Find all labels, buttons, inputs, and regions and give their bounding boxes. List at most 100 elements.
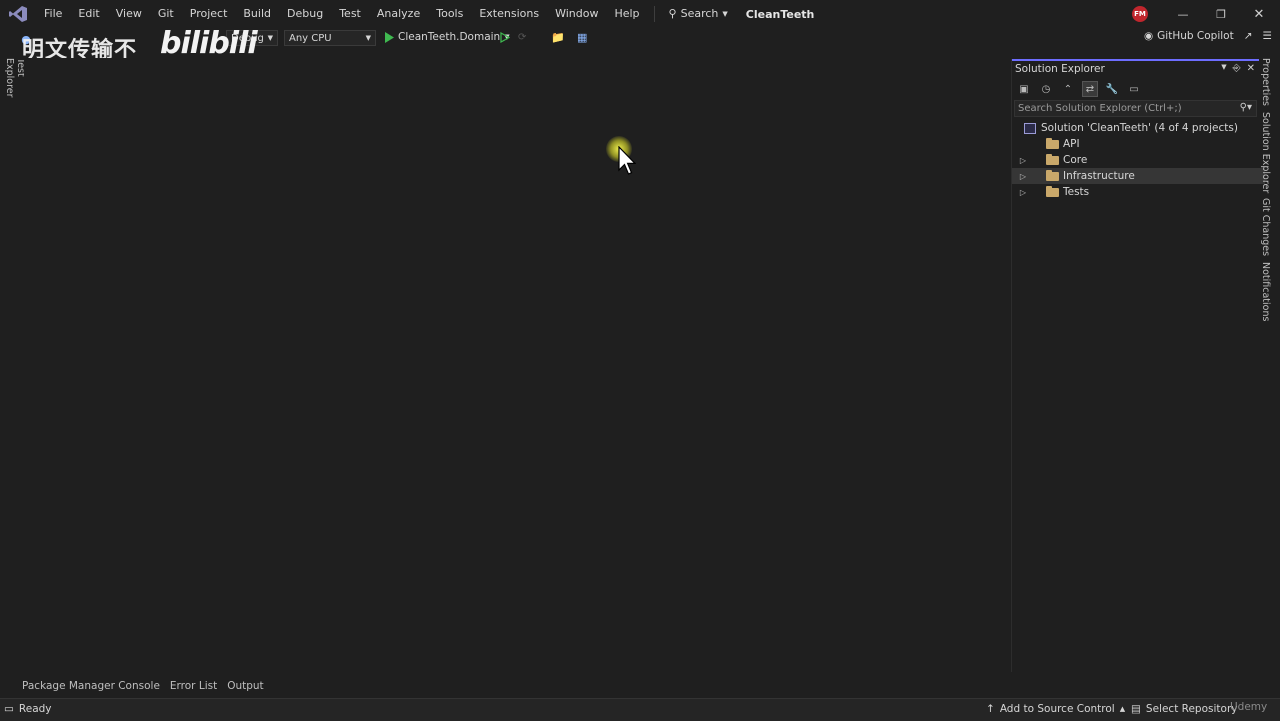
- minimize-icon: —: [1177, 7, 1189, 21]
- solution-explorer-search-input[interactable]: Search Solution Explorer (Ctrl+;) ⚲▾: [1014, 100, 1257, 117]
- status-bar: ▭ Ready ↑ Add to Source Control ▲ ▤ Sele…: [0, 698, 1280, 721]
- hot-reload-icon[interactable]: ⟳: [518, 32, 526, 43]
- menu-git[interactable]: Git: [150, 0, 182, 28]
- chevron-down-icon[interactable]: ▼: [1221, 63, 1226, 74]
- close-window-button[interactable]: ✕: [1240, 0, 1278, 28]
- restore-button[interactable]: ❐: [1202, 0, 1240, 28]
- menu-tools[interactable]: Tools: [428, 0, 471, 28]
- menu-project[interactable]: Project: [182, 0, 236, 28]
- profile-avatar[interactable]: FM: [1132, 6, 1148, 22]
- folder-icon: [1046, 137, 1059, 149]
- tree-item-label: Core: [1063, 154, 1088, 166]
- search-icon: ⚲▾: [1239, 102, 1252, 113]
- tree-item-label: API: [1063, 138, 1080, 150]
- search-label: Search: [680, 7, 719, 20]
- menu-view[interactable]: View: [108, 0, 150, 28]
- expand-arrow-icon[interactable]: ▷: [1018, 172, 1028, 181]
- menu-extensions[interactable]: Extensions: [471, 0, 547, 28]
- solution-explorer-toolbar: ▣ ◷ ⌃ ⇄ 🔧 ▭: [1016, 80, 1142, 98]
- chevron-up-icon: ▲: [1119, 705, 1126, 713]
- tab-notifications[interactable]: Notifications: [1260, 262, 1271, 321]
- menu-build[interactable]: Build: [235, 0, 279, 28]
- right-tool-tabs: Properties Solution Explorer Git Changes…: [1258, 58, 1280, 328]
- chevron-down-icon: ▼: [267, 34, 273, 42]
- close-icon: ✕: [1253, 6, 1265, 22]
- search-button[interactable]: ⚲ Search ▼: [661, 0, 736, 28]
- solution-node[interactable]: Solution 'CleanTeeth' (4 of 4 projects): [1012, 120, 1271, 136]
- bilibili-logo: bilibili: [160, 26, 258, 61]
- tree-item-label: Tests: [1063, 186, 1090, 198]
- menu-test[interactable]: Test: [331, 0, 369, 28]
- chevron-down-icon: ▼: [365, 34, 371, 42]
- solution-explorer-header: Solution Explorer ▼ ⎆ ✕: [1012, 59, 1259, 79]
- bottom-tool-tabs: Package Manager Console Error List Outpu…: [22, 678, 264, 694]
- run-without-debugging-button[interactable]: [500, 31, 511, 46]
- solution-explorer-title: Solution Explorer: [1015, 63, 1105, 75]
- copilot-label: GitHub Copilot: [1157, 30, 1234, 42]
- platform-dropdown[interactable]: Any CPU ▼: [284, 30, 376, 46]
- solution-explorer-panel: Solution Explorer ▼ ⎆ ✕ ▣ ◷ ⌃ ⇄ 🔧 ▭ Sear…: [1011, 59, 1265, 672]
- show-active-document-icon[interactable]: ⇄: [1082, 81, 1098, 97]
- test-explorer-tab[interactable]: Test Explorer: [4, 58, 26, 118]
- github-copilot-button[interactable]: ◉ GitHub Copilot ↗ ☰: [1144, 30, 1272, 42]
- menu-help[interactable]: Help: [606, 0, 647, 28]
- source-control-label: Add to Source Control: [999, 703, 1115, 715]
- solution-icon: [1024, 122, 1036, 134]
- tab-git-changes[interactable]: Git Changes: [1260, 198, 1271, 256]
- solution-label: Solution 'CleanTeeth' (4 of 4 projects): [1041, 122, 1238, 134]
- minimize-button[interactable]: —: [1164, 0, 1202, 28]
- solution-name: CleanTeeth: [745, 7, 815, 21]
- expand-arrow-icon[interactable]: ▷: [1018, 156, 1028, 165]
- open-folder-icon[interactable]: 📁: [551, 31, 565, 44]
- menu-window[interactable]: Window: [547, 0, 606, 28]
- title-bar: File Edit View Git Project Build Debug T…: [0, 0, 1280, 28]
- start-debugging-button[interactable]: CleanTeeth.Domain ▼: [384, 31, 510, 43]
- tab-package-manager-console[interactable]: Package Manager Console: [22, 680, 160, 692]
- tab-output[interactable]: Output: [227, 680, 263, 692]
- select-repository-button[interactable]: ▤ Select Repository: [1131, 703, 1237, 715]
- history-icon[interactable]: ◷: [1038, 81, 1054, 97]
- menu-analyze[interactable]: Analyze: [369, 0, 428, 28]
- layout-icon[interactable]: ▦: [577, 31, 587, 44]
- mouse-cursor-icon: [618, 146, 636, 175]
- tab-properties[interactable]: Properties: [1260, 58, 1271, 106]
- udemy-label: Udemy: [1230, 701, 1268, 713]
- menu-separator: [653, 6, 655, 22]
- collapse-all-icon[interactable]: ⌃: [1060, 81, 1076, 97]
- menu-file[interactable]: File: [36, 0, 70, 28]
- close-icon[interactable]: ✕: [1247, 63, 1255, 74]
- tree-item-core[interactable]: ▷ Core: [1012, 152, 1265, 168]
- chevron-down-icon: ▼: [722, 10, 728, 18]
- status-ready: ▭ Ready: [4, 703, 52, 715]
- udemy-watermark: Udemy: [1230, 701, 1267, 713]
- add-to-source-control-button[interactable]: ↑ Add to Source Control ▲: [986, 703, 1125, 715]
- folder-icon: [1046, 169, 1059, 181]
- repository-icon: ▤: [1131, 703, 1141, 715]
- search-icon: ⚲: [668, 7, 677, 20]
- pin-icon[interactable]: ⎆: [1233, 63, 1241, 74]
- tree-item-infrastructure[interactable]: ▷ Infrastructure: [1012, 168, 1265, 184]
- switch-views-icon[interactable]: ▣: [1016, 81, 1032, 97]
- tab-solution-explorer[interactable]: Solution Explorer: [1260, 112, 1271, 193]
- panel-window-controls: ▼ ⎆ ✕: [1221, 63, 1255, 74]
- startup-project-label: CleanTeeth.Domain: [398, 31, 501, 43]
- expand-arrow-icon[interactable]: ▷: [1018, 188, 1028, 197]
- tree-item-api[interactable]: API: [1012, 136, 1265, 152]
- preview-icon[interactable]: ▭: [1126, 81, 1142, 97]
- play-outline-icon: [500, 31, 511, 44]
- properties-wrench-icon[interactable]: 🔧: [1104, 81, 1120, 97]
- editor-area[interactable]: [24, 58, 1010, 678]
- share-icon[interactable]: ↗: [1244, 30, 1253, 42]
- test-explorer-label: Test Explorer: [4, 58, 26, 98]
- menu-edit[interactable]: Edit: [70, 0, 107, 28]
- folder-icon: [1046, 185, 1059, 197]
- folder-icon: [1046, 153, 1059, 165]
- output-window-icon: ▭: [4, 703, 14, 715]
- menu-bar: File Edit View Git Project Build Debug T…: [36, 0, 824, 28]
- arrow-up-icon: ↑: [986, 703, 995, 715]
- feedback-icon[interactable]: ☰: [1263, 30, 1272, 42]
- tree-item-tests[interactable]: ▷ Tests: [1012, 184, 1265, 200]
- tab-error-list[interactable]: Error List: [170, 680, 217, 692]
- menu-debug[interactable]: Debug: [279, 0, 331, 28]
- status-text: Ready: [18, 703, 52, 715]
